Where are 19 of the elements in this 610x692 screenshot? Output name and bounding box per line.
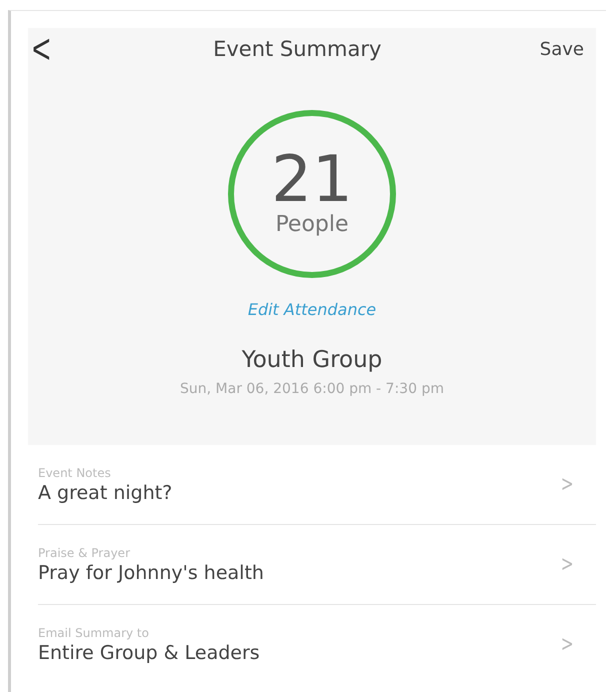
detail-row[interactable]: Event Notes A great night? >: [28, 445, 596, 524]
row-label: Praise & Prayer: [38, 546, 131, 560]
row-label: Event Notes: [38, 466, 112, 480]
attendance-count: 21: [271, 148, 353, 212]
row-label: Email Summary to: [38, 626, 150, 640]
row-value: A great night?: [38, 482, 172, 504]
chevron-icon: >: [560, 552, 574, 577]
screen-title: Event Summary: [213, 37, 382, 61]
save-button[interactable]: Save: [540, 38, 584, 60]
chevron-icon: >: [560, 632, 574, 657]
event-name: Youth Group: [242, 347, 382, 373]
attendance-unit: People: [275, 212, 349, 236]
detail-row[interactable]: Praise & Prayer Pray for Johnny's health >: [38, 524, 596, 604]
back-button[interactable]: <: [28, 24, 55, 74]
event-datetime: Sun, Mar 06, 2016 6:00 pm - 7:30 pm: [180, 381, 444, 397]
detail-row[interactable]: Email Summary to Entire Group & Leaders >: [38, 604, 596, 684]
chevron-icon: >: [560, 472, 574, 497]
row-value: Pray for Johnny's health: [38, 562, 264, 584]
row-value: Entire Group & Leaders: [38, 642, 260, 664]
